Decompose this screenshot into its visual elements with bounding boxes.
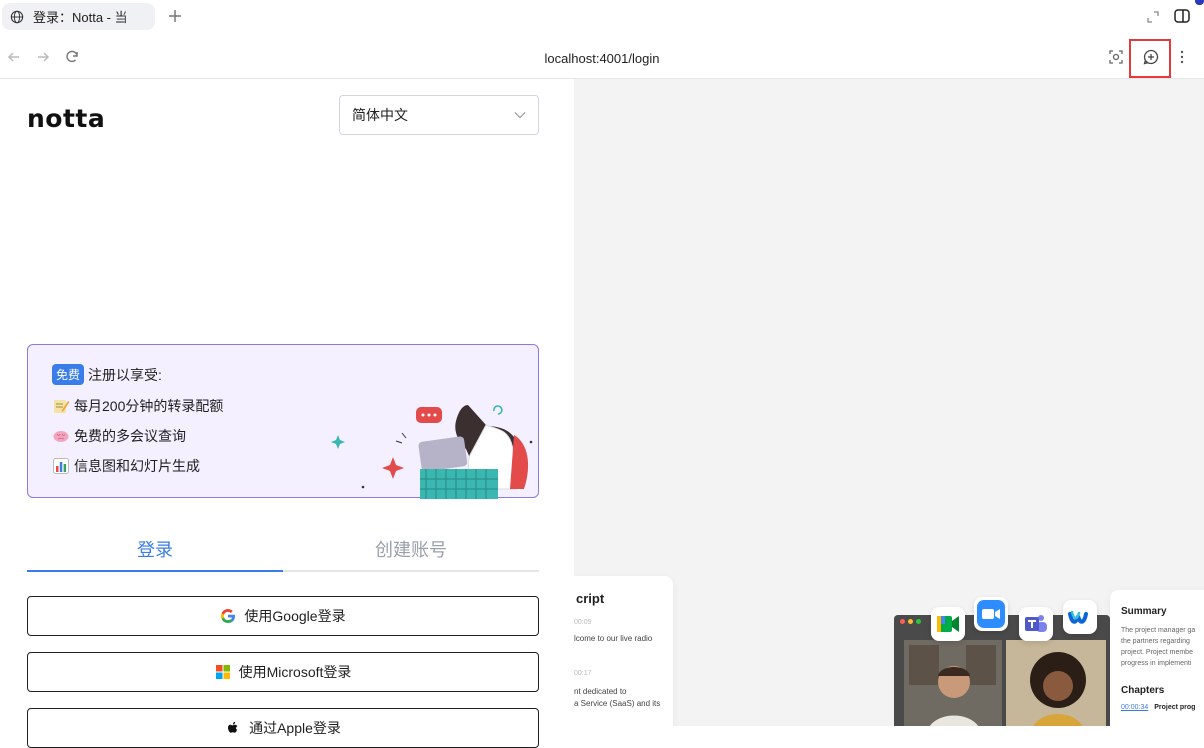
more-menu-icon[interactable] bbox=[1173, 48, 1191, 66]
promo-item: 信息图和幻灯片生成 bbox=[52, 456, 200, 476]
promo-item: 免费的多会议查询 bbox=[52, 426, 186, 446]
brain-emoji-icon bbox=[53, 431, 69, 442]
woman-with-laptop-illustration bbox=[331, 405, 533, 499]
promo-title: 注册以享受: bbox=[88, 366, 162, 383]
memo-emoji-icon bbox=[54, 400, 70, 413]
chapter-title: Project prog bbox=[1154, 704, 1196, 711]
promo-item-text: 每月200分钟的转录配额 bbox=[74, 398, 224, 414]
chapter-timestamp[interactable]: 00:00:34 bbox=[1121, 704, 1148, 711]
promo-item-text: 免费的多会议查询 bbox=[74, 428, 186, 444]
microsoft-logo-icon bbox=[215, 665, 230, 679]
summary-line: progress in implementi bbox=[1121, 660, 1192, 667]
address-bar[interactable]: localhost:4001/login bbox=[0, 51, 1204, 66]
minimize-window-icon[interactable] bbox=[1146, 10, 1160, 24]
notta-logo: notta bbox=[27, 104, 106, 133]
language-label: 简体中文 bbox=[352, 107, 408, 123]
promo-heading: 免费 注册以享受: bbox=[52, 364, 162, 385]
tab-login[interactable]: 登录 bbox=[27, 536, 283, 562]
new-tab-plus-icon[interactable] bbox=[165, 6, 185, 26]
browser-tab[interactable]: 登录：Notta - 当 bbox=[2, 3, 155, 30]
auth-tabs: 登录 创建账号 bbox=[27, 526, 539, 572]
language-select[interactable]: 简体中文 bbox=[339, 95, 539, 135]
microsoft-login-label: 使用Microsoft登录 bbox=[238, 664, 352, 680]
google-login-label: 使用Google登录 bbox=[244, 608, 346, 624]
webex-icon bbox=[1063, 600, 1097, 634]
signup-promo-card: 免费 注册以享受: 每月200分钟的转录配额 免费的多会议查询 信息图和幻灯片生… bbox=[27, 344, 539, 499]
google-logo-icon bbox=[221, 609, 236, 624]
summary-card: Summary The project manager ga the partn… bbox=[1110, 590, 1204, 726]
google-meet-icon bbox=[931, 607, 965, 641]
promo-item: 每月200分钟的转录配额 bbox=[52, 396, 223, 416]
free-badge: 免费 bbox=[52, 364, 85, 385]
chevron-down-icon bbox=[514, 112, 526, 119]
transcript-timestamp: 00:17 bbox=[574, 670, 592, 677]
summary-title: Summary bbox=[1121, 606, 1167, 617]
promo-item-text: 信息图和幻灯片生成 bbox=[74, 458, 200, 474]
summary-line: project. Project membe bbox=[1121, 649, 1193, 656]
side-panel-icon[interactable] bbox=[1173, 7, 1191, 25]
globe-icon bbox=[10, 10, 24, 23]
highlight-box bbox=[1129, 39, 1171, 78]
microsoft-login-button[interactable]: 使用Microsoft登录 bbox=[27, 652, 539, 692]
active-tab-underline bbox=[27, 570, 283, 572]
screenshot-icon[interactable] bbox=[1107, 48, 1125, 66]
chapters-title: Chapters bbox=[1121, 685, 1165, 696]
apple-login-label: 通过Apple登录 bbox=[249, 720, 341, 736]
transcript-timestamp: 00:09 bbox=[574, 619, 592, 626]
summary-line: The project manager ga bbox=[1121, 627, 1196, 634]
zoom-icon bbox=[974, 597, 1008, 631]
apple-login-button[interactable]: 通过Apple登录 bbox=[27, 708, 539, 748]
browser-tab-bar: 登录：Notta - 当 bbox=[0, 0, 1204, 34]
summary-line: the partners regarding bbox=[1121, 638, 1190, 645]
google-login-button[interactable]: 使用Google登录 bbox=[27, 596, 539, 636]
tab-create-account[interactable]: 创建账号 bbox=[283, 536, 539, 562]
tab-title: 登录：Notta - 当 bbox=[33, 10, 128, 25]
bar-chart-emoji-icon bbox=[53, 458, 69, 474]
notification-dot bbox=[1195, 0, 1204, 5]
transcript-line: a Service (SaaS) and its bbox=[574, 699, 661, 708]
transcript-card: cript 00:09 lcome to our live radio 00:1… bbox=[574, 576, 673, 726]
browser-toolbar: localhost:4001/login bbox=[0, 34, 1204, 79]
transcript-title: cript bbox=[576, 591, 605, 606]
login-panel: notta 简体中文 免费 注册以享受: 每月200分钟的转录配额 免费的多会议… bbox=[0, 79, 574, 748]
preview-panel: cript 00:09 lcome to our live radio 00:1… bbox=[574, 79, 1204, 726]
chapter-row: 00:00:34 Project prog bbox=[1121, 704, 1195, 711]
window-dots bbox=[900, 619, 921, 624]
transcript-line: nt dedicated to bbox=[574, 687, 627, 696]
participant-video-1 bbox=[904, 640, 1002, 726]
apple-logo-icon bbox=[228, 721, 238, 733]
transcript-line: lcome to our live radio bbox=[574, 634, 653, 643]
microsoft-teams-icon bbox=[1019, 607, 1053, 641]
participant-video-2 bbox=[1006, 640, 1106, 726]
